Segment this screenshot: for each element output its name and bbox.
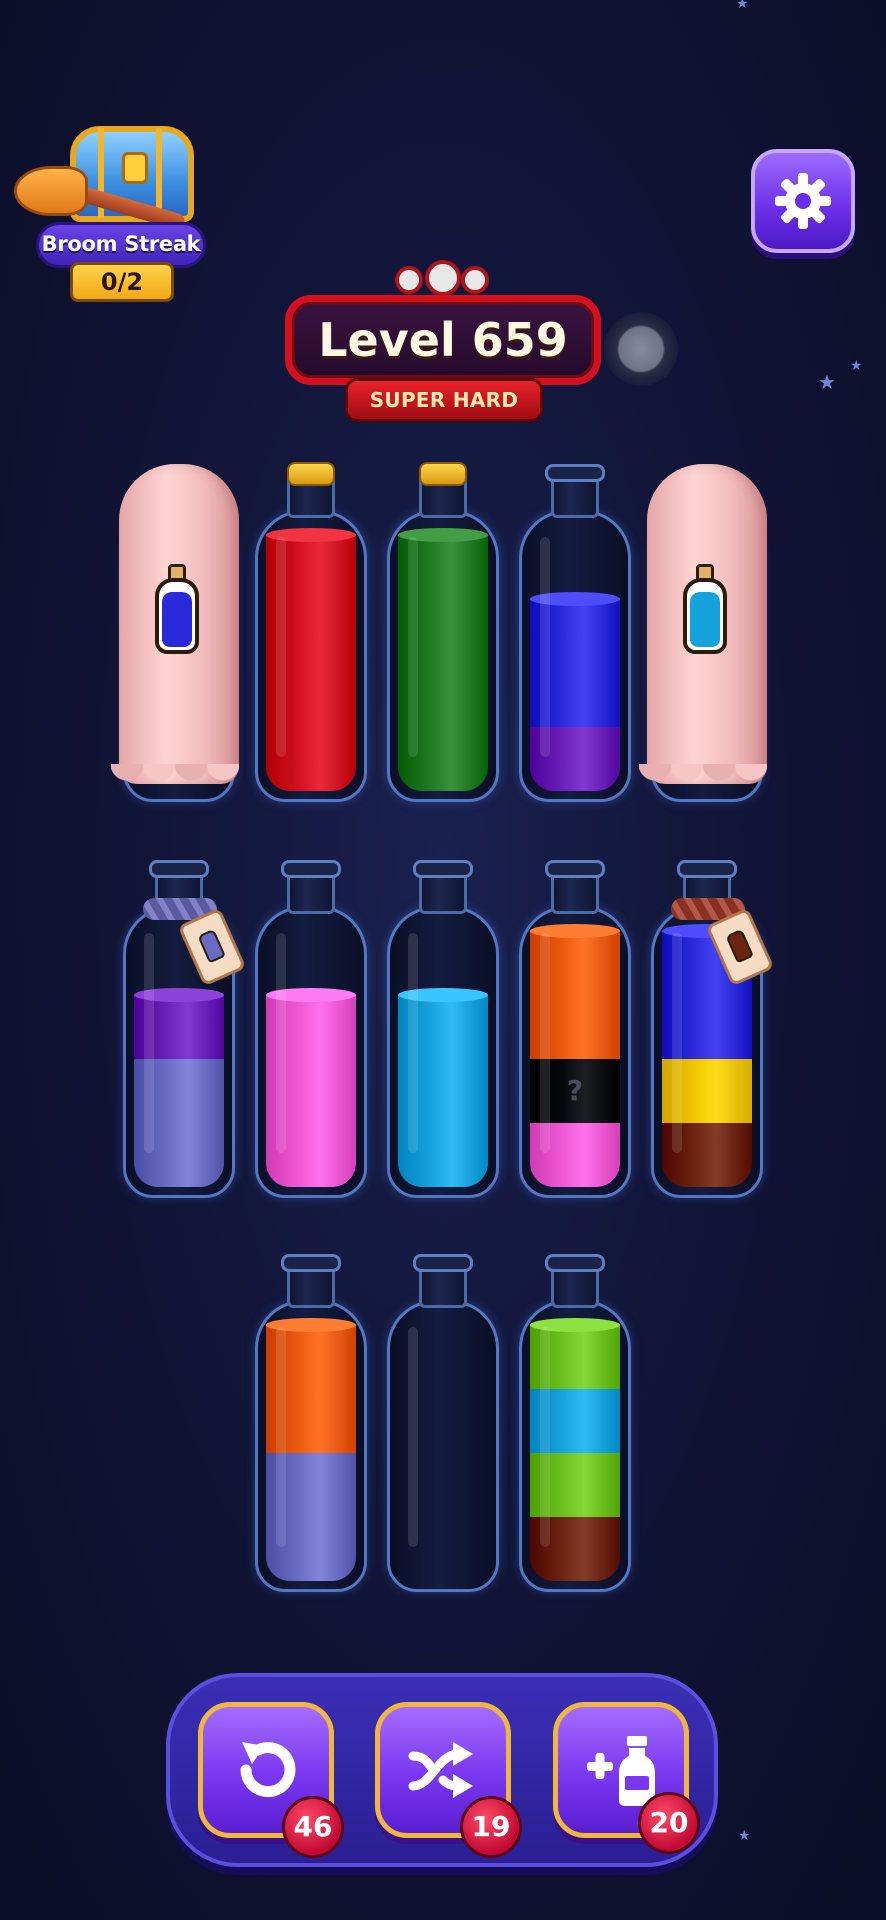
bottle-rim <box>545 464 605 482</box>
glass-shine <box>408 933 418 1153</box>
bottle-rim <box>149 860 209 878</box>
shuffle-count: 19 <box>460 1796 522 1858</box>
glass-shine <box>144 933 154 1153</box>
bottle-glass <box>519 1300 631 1592</box>
bottle-glass <box>255 1300 367 1592</box>
bottle[interactable] <box>387 860 499 1198</box>
star-icon: ★ <box>738 1828 751 1844</box>
bottle[interactable] <box>255 1254 367 1592</box>
bottle[interactable] <box>387 462 499 802</box>
touch-cursor-indicator <box>604 312 678 386</box>
hint-bottle-liquid <box>690 592 720 647</box>
lock-icon <box>122 152 148 184</box>
bottle[interactable] <box>123 860 247 1198</box>
skull-icon <box>425 260 461 296</box>
cork-icon <box>419 462 467 486</box>
bottle[interactable] <box>111 464 239 802</box>
hint-bottle-body <box>155 578 199 654</box>
cloth-hem <box>639 764 767 790</box>
glass-shine <box>540 1327 550 1547</box>
bottle[interactable] <box>387 1254 499 1592</box>
bottle-glass: ? <box>519 906 631 1198</box>
gear-icon <box>775 173 831 229</box>
star-icon: ★ <box>850 358 863 374</box>
bottle[interactable] <box>519 1254 631 1592</box>
bottle-rim <box>281 1254 341 1272</box>
bottle-rim <box>413 860 473 878</box>
bottle[interactable] <box>651 860 775 1198</box>
undo-count: 46 <box>282 1796 344 1858</box>
cork-icon <box>287 462 335 486</box>
mystery-cloth-cover <box>639 464 767 790</box>
glass-shine <box>408 1327 418 1547</box>
hint-bottle-icon <box>155 564 199 656</box>
bottle-rim <box>545 1254 605 1272</box>
bottle-rim <box>545 860 605 878</box>
bottle-glass <box>387 510 499 802</box>
bottle-rim <box>281 860 341 878</box>
bottle-glass <box>255 510 367 802</box>
bottle-rim <box>413 1254 473 1272</box>
skull-icon <box>461 266 489 294</box>
difficulty-label: SUPER HARD <box>345 378 543 422</box>
bottle-glass <box>519 510 631 802</box>
hint-bottle-body <box>683 578 727 654</box>
cloth-hem <box>111 764 239 790</box>
glass-shine <box>276 1327 286 1547</box>
undo-icon <box>240 1742 296 1798</box>
star-icon: ★ <box>736 0 749 12</box>
bottle[interactable] <box>255 860 367 1198</box>
shuffle-icon <box>408 1742 473 1798</box>
add-bottle-count: 20 <box>638 1792 700 1854</box>
bottle-glass <box>255 906 367 1198</box>
bottle-glass <box>387 906 499 1198</box>
glass-shine <box>540 537 550 757</box>
streak-count: 0/2 <box>70 262 174 302</box>
tag-bottle-icon <box>725 928 754 964</box>
glass-shine <box>276 537 286 757</box>
bottle[interactable] <box>255 462 367 802</box>
bottle[interactable] <box>519 464 631 802</box>
bottle-glass <box>387 1300 499 1592</box>
hint-bottle-icon <box>683 564 727 656</box>
glass-shine <box>540 933 550 1153</box>
glass-shine <box>408 537 418 757</box>
hint-bottle-liquid <box>162 592 192 647</box>
glass-shine <box>276 933 286 1153</box>
level-title: Level 659 <box>285 295 601 385</box>
settings-button[interactable] <box>751 149 855 253</box>
bottle[interactable] <box>639 464 767 802</box>
star-icon: ★ <box>818 370 836 394</box>
skull-icon <box>395 266 423 294</box>
broom-streak-widget[interactable]: Broom Streak 0/2 <box>14 118 210 304</box>
mystery-cloth-cover <box>111 464 239 790</box>
glass-shine <box>672 933 682 1153</box>
difficulty-skulls <box>395 260 491 298</box>
bottle-rim <box>677 860 737 878</box>
tag-bottle-icon <box>197 928 226 964</box>
bottle[interactable]: ? <box>519 860 631 1198</box>
